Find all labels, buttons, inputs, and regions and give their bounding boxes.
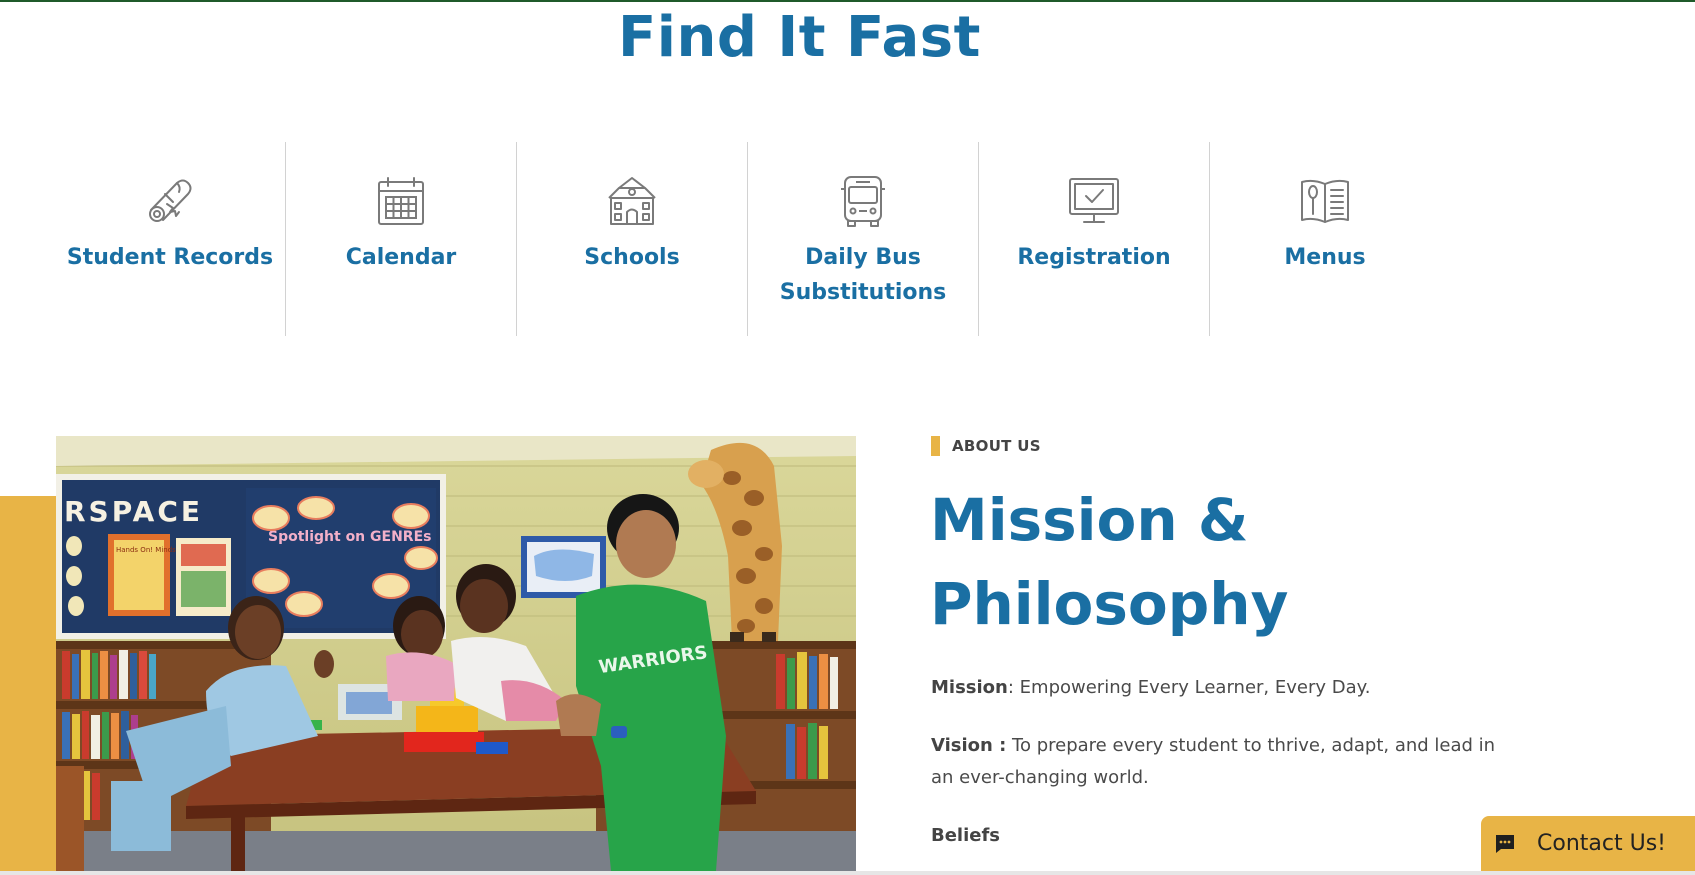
about-us-accent-bar [931,436,940,456]
quick-link-label: Menus [1284,245,1366,270]
students-classroom-photo: RSPACE Hands On! Minds On! Spotlight on … [56,436,856,871]
decorative-gold-block [0,496,56,875]
mission-label: Mission [931,677,1008,698]
bus-icon [836,174,890,228]
calendar-icon [374,174,428,228]
quick-links-row: Student Records Calendar Schools Daily B… [55,142,1366,336]
bulletin-spotlight-text: Spotlight on GENREs [268,529,431,545]
vision-statement: Vision : To prepare every student to thr… [931,730,1521,794]
quick-link-registration[interactable]: Registration [978,142,1209,336]
find-it-fast-title: Find It Fast [618,5,981,70]
quick-link-label: Daily Bus Substitutions [779,245,947,305]
quick-link-label: Schools [584,245,680,270]
beliefs-heading: Beliefs [931,825,1001,846]
school-building-icon [605,174,659,228]
quick-link-label: Registration [1017,245,1171,270]
quick-link-label: Student Records [66,245,274,270]
mission-text: : Empowering Every Learner, Every Day. [1007,677,1371,698]
quick-link-student-records[interactable]: Student Records [55,142,285,336]
quick-link-daily-bus-substitutions[interactable]: Daily Bus Substitutions [747,142,978,336]
contact-us-label: Contact Us! [1537,831,1666,856]
quick-link-menus[interactable]: Menus [1209,142,1440,336]
mission-statement: Mission: Empowering Every Learner, Every… [931,672,1521,704]
contact-us-button[interactable]: Contact Us! [1481,816,1695,871]
quick-link-schools[interactable]: Schools [516,142,747,336]
bulletin-banner-text: RSPACE [64,495,203,528]
menu-book-spoon-icon [1298,174,1352,228]
bottom-border-line [0,871,1695,875]
mission-philosophy-heading: Mission & Philosophy [930,486,1289,638]
computer-monitor-check-icon [1067,174,1121,228]
quick-link-label: Calendar [345,245,457,270]
diploma-icon [143,174,197,228]
vision-label: Vision : [931,735,1007,756]
chat-bubble-icon [1493,832,1517,856]
vision-text: To prepare every student to thrive, adap… [931,735,1496,788]
quick-link-calendar[interactable]: Calendar [285,142,516,336]
about-us-eyebrow: ABOUT US [952,437,1041,455]
